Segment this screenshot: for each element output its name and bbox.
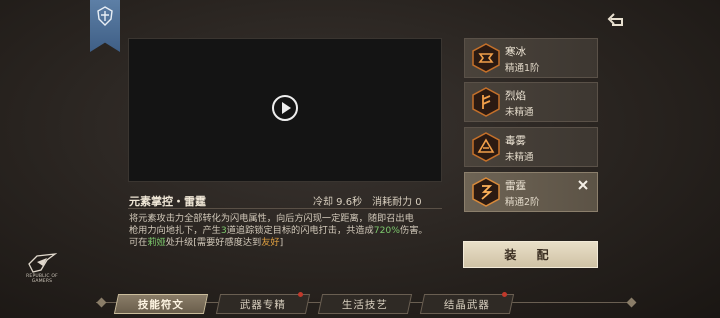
rune-name: 烈焰 [505, 90, 526, 102]
logo-text: GAMERS [31, 279, 53, 284]
rune-name: 雷霆 [505, 180, 526, 192]
rune-status: 精通1阶 [505, 63, 540, 74]
tab-label: 生活技艺 [342, 298, 388, 311]
rune-card-frost[interactable]: 寒冰 精通1阶 [464, 38, 598, 78]
skill-stamina-cost: 消耗耐力 0 [372, 197, 422, 208]
skill-stats: 冷却 9.6秒 消耗耐力 0 [313, 193, 432, 208]
skill-title: 元素掌控・雷霆 [129, 195, 206, 208]
unequip-icon[interactable] [577, 179, 589, 191]
notification-badge [298, 292, 304, 297]
rune-card-thunder[interactable]: 雷霆 精通2阶 [464, 172, 598, 212]
desc-text: 可在 [129, 237, 148, 248]
desc-text: 道追踪锁定目标的闪电打击，共造成 [226, 225, 374, 236]
rune-status: 精通2阶 [505, 197, 540, 208]
thunder-rune-icon [472, 177, 500, 207]
skill-description: 将元素攻击力全部转化为闪电属性，向后方闪现一定距离，随即召出电 枪用力向地扎下，… [129, 213, 447, 249]
npc-name: 莉娅 [147, 237, 166, 248]
tab-crystal-weapon[interactable]: 结晶武器 [419, 292, 515, 314]
divider [128, 208, 442, 209]
tab-life-skills[interactable]: 生活技艺 [317, 294, 413, 314]
tab-weapon-mastery[interactable]: 武器专精 [215, 292, 311, 314]
tab-bar-ornament [96, 297, 107, 308]
desc-line: 将元素攻击力全部转化为闪电属性，向后方闪现一定距离，随即召出电 [129, 213, 414, 224]
rog-logo: REPUBLIC OF GAMERS [24, 250, 60, 296]
tab-bar-ornament [626, 297, 637, 308]
desc-highlight: 720% [373, 225, 401, 236]
play-icon[interactable] [272, 95, 298, 121]
rune-status: 未精通 [505, 152, 534, 163]
poison-rune-icon [472, 132, 500, 162]
tab-label: 武器专精 [240, 298, 286, 311]
rune-status: 未精通 [505, 107, 534, 118]
tab-label: 结晶武器 [444, 298, 490, 311]
rog-eye-icon [28, 253, 57, 273]
rune-card-flame[interactable]: 烈焰 未精通 [464, 82, 598, 122]
rune-card-poison[interactable]: 毒雾 未精通 [464, 127, 598, 167]
desc-text: 枪用力向地扎下，产生 [129, 225, 221, 236]
desc-text: ] [279, 237, 284, 248]
guild-banner [90, 0, 120, 52]
desc-text: 伤害。 [400, 225, 428, 236]
favor-level: 友好 [261, 237, 280, 248]
back-icon[interactable] [606, 9, 628, 29]
flame-rune-icon [472, 87, 500, 117]
frost-rune-icon [472, 43, 500, 73]
skill-cooldown: 冷却 9.6秒 [313, 197, 363, 208]
rune-name: 寒冰 [505, 46, 526, 58]
tab-label: 技能符文 [138, 298, 184, 311]
equip-button[interactable]: 装 配 [463, 241, 598, 268]
crest-icon [97, 6, 113, 26]
rune-name: 毒雾 [505, 135, 526, 147]
desc-text: 处升级[需要好感度达到 [165, 237, 262, 248]
tab-skill-runes[interactable]: 技能符文 [113, 294, 209, 314]
notification-badge [502, 292, 508, 297]
